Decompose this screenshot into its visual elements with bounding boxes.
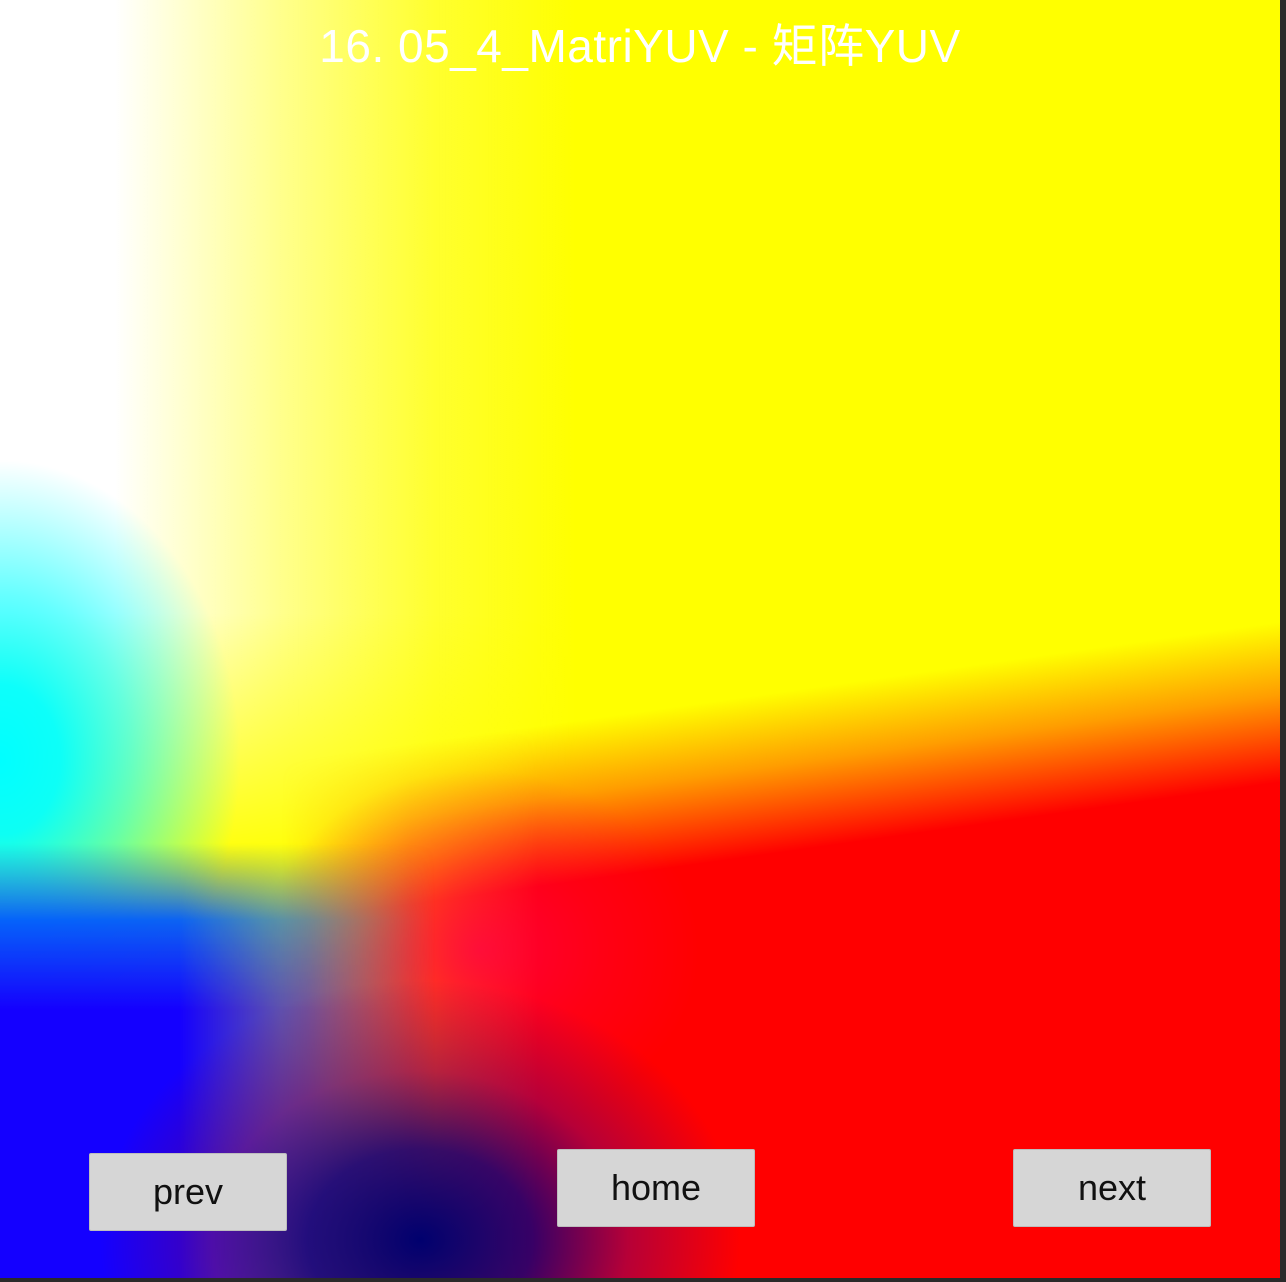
home-button[interactable]: home: [557, 1149, 755, 1227]
color-matrix-canvas: 16. 05_4_MatriYUV - 矩阵YUV prev home next: [0, 0, 1280, 1278]
prev-button[interactable]: prev: [89, 1153, 287, 1231]
window-frame-edge: [0, 1278, 1286, 1282]
window-frame-edge: [1280, 0, 1286, 1282]
next-button[interactable]: next: [1013, 1149, 1211, 1227]
dark-blue-gradient-region: [0, 0, 1280, 1278]
scene-title: 16. 05_4_MatriYUV - 矩阵YUV: [319, 20, 961, 72]
